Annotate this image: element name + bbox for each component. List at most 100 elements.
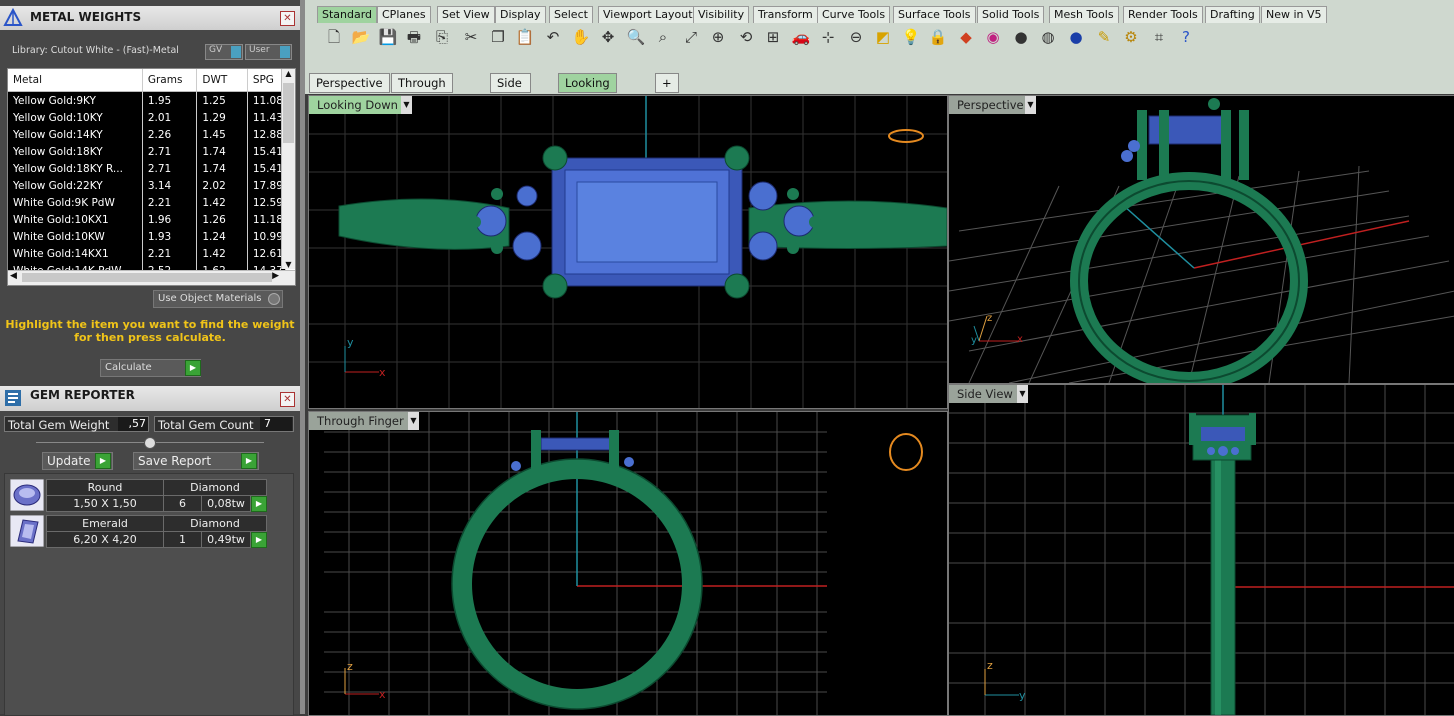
scroll-right-icon[interactable]: ▶ [272, 271, 279, 281]
viewport-looking-down[interactable]: x y Looking Down ▼ [308, 95, 948, 409]
help-icon[interactable]: ? [1175, 26, 1197, 48]
table-row[interactable]: White Gold:10KX1 1.96 1.26 11.18 [8, 211, 287, 228]
metal-table-horizontal-scrollbar[interactable]: ◀ ▶ [8, 270, 295, 285]
table-row[interactable]: Yellow Gold:14KY 2.26 1.45 12.88 [8, 126, 287, 143]
print-icon[interactable]: 🖶 [403, 26, 425, 48]
viewport-tab-side-view[interactable]: Side View [490, 73, 532, 108]
calculate-go-icon[interactable]: ▶ [185, 360, 201, 376]
gv-toggle[interactable]: GV [205, 44, 243, 60]
zoom-icon[interactable]: 🔍 [625, 26, 647, 48]
table-row[interactable]: White Gold:10KW 1.93 1.24 10.99 [8, 228, 287, 245]
material-sphere-icon[interactable]: ● [1065, 26, 1087, 48]
table-row[interactable]: Yellow Gold:9KY 1.95 1.25 11.08 [8, 91, 287, 109]
table-row[interactable]: Yellow Gold:22KY 3.14 2.02 17.89 [8, 177, 287, 194]
viewport-label-looking-down[interactable]: Looking Down [309, 96, 406, 114]
table-row[interactable]: White Gold:9K PdW 2.21 1.42 12.59 [8, 194, 287, 211]
gem-row-round[interactable]: Round Diamond 1,50 X 1,50 6 0,08tw ▶ [8, 479, 267, 512]
view-cube-ring-icon[interactable] [889, 433, 923, 471]
column-header-grams[interactable]: Grams [142, 69, 198, 92]
tab-surface-tools[interactable]: Surface Tools [893, 6, 976, 23]
column-header-dwt[interactable]: DWT [196, 69, 248, 92]
close-metal-panel-button[interactable]: ✕ [280, 11, 295, 26]
table-row[interactable]: White Gold:14KX1 2.21 1.42 12.61 [8, 245, 287, 262]
grid-snap-icon[interactable]: ⊹ [817, 26, 839, 48]
tab-standard[interactable]: Standard [317, 6, 378, 23]
tab-transform[interactable]: Transform [753, 6, 818, 23]
metal-table-vertical-scrollbar[interactable]: ▲ ▼ [281, 69, 295, 269]
tab-cplanes[interactable]: CPlanes [377, 6, 431, 23]
pan-hand-icon[interactable]: ✋ [570, 26, 592, 48]
osnap-icon[interactable]: ⊖ [845, 26, 867, 48]
tab-render-tools[interactable]: Render Tools [1123, 6, 1203, 23]
rotate-view-icon[interactable]: ⟲ [735, 26, 757, 48]
undo-icon[interactable]: ↶ [542, 26, 564, 48]
copy-icon[interactable]: ❐ [487, 26, 509, 48]
gear-icon[interactable]: ⚙ [1120, 26, 1142, 48]
scroll-left-icon[interactable]: ◀ [10, 271, 17, 281]
use-object-materials-toggle[interactable]: Use Object Materials [153, 290, 283, 308]
column-header-metal[interactable]: Metal [8, 69, 143, 92]
view-cube-ring-icon[interactable] [888, 129, 924, 143]
chevron-down-icon[interactable]: ▼ [1017, 385, 1028, 403]
viewport-label-perspective[interactable]: Perspective [949, 96, 1032, 114]
zoom-selected-icon[interactable]: ⊕ [707, 26, 729, 48]
shaded-sphere-icon[interactable]: ● [1010, 26, 1032, 48]
tab-set-view[interactable]: Set View [437, 6, 495, 23]
color-wheel-icon[interactable]: ◉ [982, 26, 1004, 48]
gem-row-go-icon[interactable]: ▶ [251, 532, 267, 548]
new-file-icon[interactable]: 🗋 [323, 26, 345, 48]
zoom-extents-icon[interactable]: ⤢ [680, 26, 702, 48]
viewport-perspective[interactable]: x z y Perspective ▼ [948, 95, 1454, 384]
scroll-up-icon[interactable]: ▲ [282, 69, 295, 78]
user-toggle[interactable]: User [245, 44, 292, 60]
open-folder-icon[interactable]: 📂 [350, 26, 372, 48]
rendered-sphere-icon[interactable]: ◍ [1037, 26, 1059, 48]
scroll-down-icon[interactable]: ▼ [282, 260, 295, 269]
four-viewports-icon[interactable]: ⊞ [762, 26, 784, 48]
add-viewport-tab-button[interactable]: + [655, 73, 679, 93]
viewport-tab-perspective[interactable]: Perspective [309, 73, 390, 93]
cut-icon[interactable]: ✂ [460, 26, 482, 48]
hscroll-thumb[interactable] [22, 273, 272, 282]
chevron-down-icon[interactable]: ▼ [401, 96, 412, 114]
column-header-spg[interactable]: SPG [247, 69, 287, 92]
paste-icon[interactable]: 📋 [514, 26, 536, 48]
divider-slider-handle[interactable] [144, 437, 156, 449]
move-icon[interactable]: ✥ [597, 26, 619, 48]
pencil-icon[interactable]: ✎ [1093, 26, 1115, 48]
tab-viewport-layout[interactable]: Viewport Layout [598, 6, 698, 23]
car-render-icon[interactable]: 🚗 [790, 26, 812, 48]
chevron-down-icon[interactable]: ▼ [408, 412, 419, 430]
select-icon[interactable]: ◩ [872, 26, 894, 48]
tab-new-in-v5[interactable]: New in V5 [1261, 6, 1327, 23]
viewport-side-view[interactable]: y z Side View ▼ [948, 384, 1454, 716]
tab-drafting[interactable]: Drafting [1205, 6, 1260, 23]
light-bulb-icon[interactable]: 💡 [900, 26, 922, 48]
chevron-down-icon[interactable]: ▼ [1025, 96, 1036, 114]
scroll-thumb[interactable] [283, 83, 294, 143]
viewport-label-side-view[interactable]: Side View [949, 385, 1021, 403]
update-go-icon[interactable]: ▶ [95, 453, 111, 469]
tab-mesh-tools[interactable]: Mesh Tools [1049, 6, 1119, 23]
lock-icon[interactable]: 🔒 [927, 26, 949, 48]
viewport-through-finger[interactable]: x z Through Finger ▼ [308, 411, 948, 716]
zoom-window-icon[interactable]: ⌕ [652, 26, 674, 48]
viewport-label-through-finger[interactable]: Through Finger [309, 412, 412, 430]
table-row[interactable]: Yellow Gold:10KY 2.01 1.29 11.43 [8, 109, 287, 126]
dimension-icon[interactable]: ⌗ [1148, 26, 1170, 48]
gem-row-emerald[interactable]: Emerald Diamond 6,20 X 4,20 1 0,49tw ▶ [8, 515, 267, 548]
save-report-go-icon[interactable]: ▶ [241, 453, 257, 469]
gem-row-go-icon[interactable]: ▶ [251, 496, 267, 512]
tab-select[interactable]: Select [549, 6, 593, 23]
close-gem-panel-button[interactable]: ✕ [280, 392, 295, 407]
tab-visibility[interactable]: Visibility [693, 6, 750, 23]
table-row[interactable]: Yellow Gold:18KY 2.71 1.74 15.41 [8, 143, 287, 160]
panel-splitter[interactable] [300, 0, 305, 714]
tab-display[interactable]: Display [495, 6, 546, 23]
viewport-tab-looking-down[interactable]: Looking Down [558, 73, 617, 108]
layers-icon[interactable]: ◆ [955, 26, 977, 48]
tab-curve-tools[interactable]: Curve Tools [817, 6, 891, 23]
copy-file-icon[interactable]: ⎘ [431, 26, 453, 48]
viewport-tab-through-finger[interactable]: Through Finger [391, 73, 453, 108]
tab-solid-tools[interactable]: Solid Tools [977, 6, 1045, 23]
